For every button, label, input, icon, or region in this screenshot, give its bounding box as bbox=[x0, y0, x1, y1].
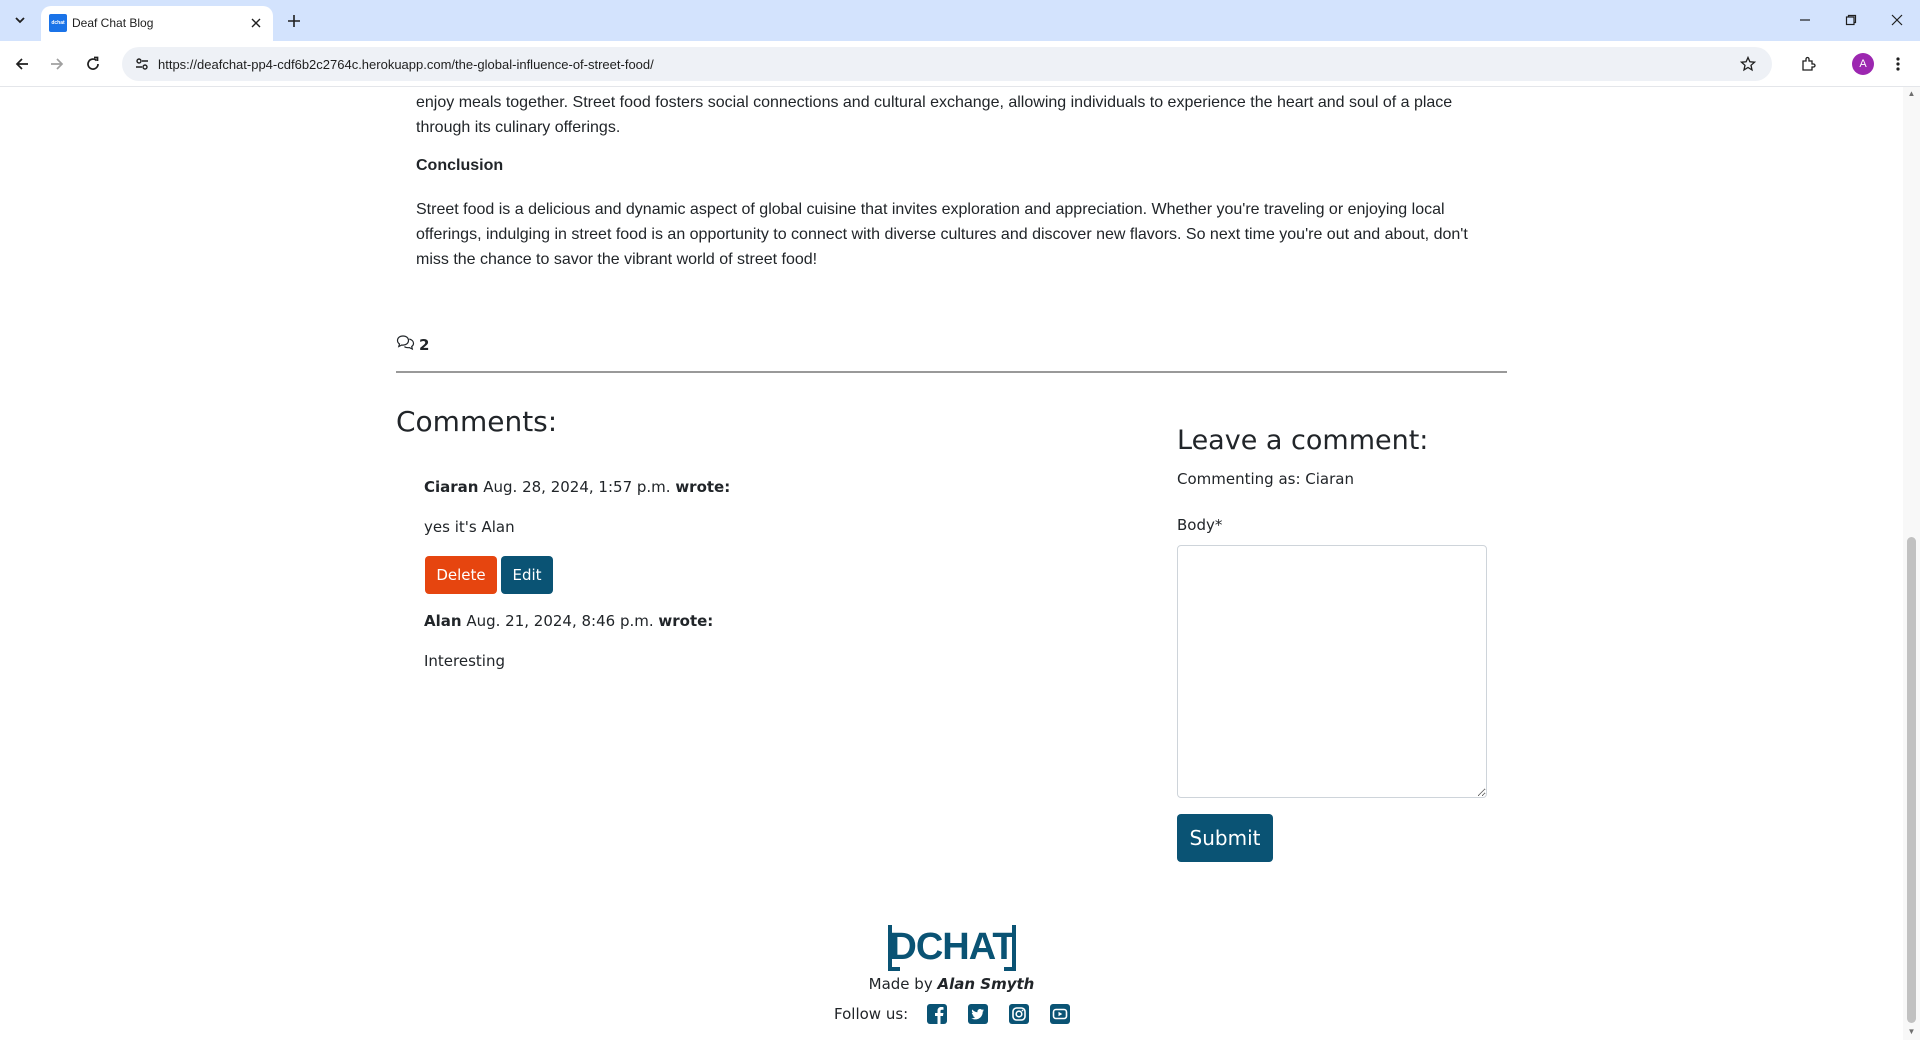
comment-count: 2 bbox=[396, 334, 429, 355]
comment-header: Ciaran Aug. 28, 2024, 1:57 p.m. wrote: bbox=[424, 478, 730, 496]
made-by-prefix: Made by bbox=[868, 975, 933, 993]
follow-us: Follow us: bbox=[834, 1002, 1072, 1026]
twitter-icon[interactable] bbox=[966, 1002, 990, 1026]
page-scrollbar[interactable]: ▲ ▼ bbox=[1903, 87, 1920, 1040]
tab-favicon: dchat bbox=[49, 14, 67, 32]
divider bbox=[396, 371, 1507, 373]
leave-comment-title: Leave a comment: bbox=[1177, 425, 1429, 456]
comment-date: Aug. 21, 2024, 8:46 p.m. bbox=[466, 612, 654, 630]
comment-author: Alan bbox=[424, 612, 462, 630]
comment-author: Ciaran bbox=[424, 478, 479, 496]
browser-tab-strip: dchat Deaf Chat Blog bbox=[0, 0, 1920, 41]
close-icon[interactable] bbox=[245, 12, 267, 34]
comment-body-input[interactable] bbox=[1177, 545, 1487, 798]
scroll-up-icon[interactable]: ▲ bbox=[1906, 89, 1917, 101]
logo-text: DCHAT bbox=[889, 926, 1015, 968]
extensions-icon[interactable] bbox=[1793, 49, 1823, 79]
tab-list-icon[interactable] bbox=[8, 8, 32, 32]
follow-label: Follow us: bbox=[834, 1005, 909, 1023]
edit-comment-button[interactable]: Edit bbox=[501, 556, 553, 594]
comment-wrote-label: wrote: bbox=[658, 612, 714, 630]
minimize-icon[interactable] bbox=[1782, 0, 1828, 40]
comment-date: Aug. 28, 2024, 1:57 p.m. bbox=[483, 478, 671, 496]
commenting-as-text: Commenting as: Ciaran bbox=[1177, 470, 1354, 488]
body-field-label: Body* bbox=[1177, 516, 1223, 534]
comment-count-value: 2 bbox=[419, 335, 430, 354]
plus-icon[interactable] bbox=[281, 8, 307, 34]
delete-comment-button[interactable]: Delete bbox=[425, 556, 497, 594]
site-info-icon[interactable] bbox=[130, 52, 154, 76]
comment-body: Interesting bbox=[424, 652, 505, 670]
made-by-text: Made by Alan Smyth bbox=[0, 975, 1903, 993]
back-icon[interactable] bbox=[7, 49, 37, 79]
reload-icon[interactable] bbox=[78, 49, 108, 79]
comment-body: yes it's Alan bbox=[424, 518, 515, 536]
conclusion-paragraph: Street food is a delicious and dynamic a… bbox=[416, 201, 1468, 268]
more-icon[interactable] bbox=[1883, 49, 1913, 79]
comments-icon bbox=[396, 334, 415, 355]
youtube-icon[interactable] bbox=[1048, 1002, 1072, 1026]
comment-wrote-label: wrote: bbox=[675, 478, 731, 496]
url-text[interactable]: https://deafchat-pp4-cdf6b2c2764c.heroku… bbox=[158, 57, 654, 72]
close-window-icon[interactable] bbox=[1874, 0, 1920, 40]
comments-title: Comments: bbox=[396, 405, 558, 438]
author-name: Alan Smyth bbox=[937, 975, 1035, 993]
article-paragraph: enjoy meals together. Street food foster… bbox=[416, 94, 1453, 136]
comment-header: Alan Aug. 21, 2024, 8:46 p.m. wrote: bbox=[424, 612, 713, 630]
scroll-down-icon[interactable]: ▼ bbox=[1906, 1027, 1917, 1039]
submit-button[interactable]: Submit bbox=[1177, 814, 1273, 862]
browser-tab[interactable]: dchat Deaf Chat Blog bbox=[41, 6, 273, 41]
browser-toolbar: https://deafchat-pp4-cdf6b2c2764c.heroku… bbox=[0, 41, 1920, 87]
address-bar[interactable]: https://deafchat-pp4-cdf6b2c2764c.heroku… bbox=[122, 47, 1772, 81]
facebook-icon[interactable] bbox=[925, 1002, 949, 1026]
profile-avatar[interactable]: A bbox=[1852, 53, 1874, 75]
dchat-logo: DCHAT bbox=[886, 921, 1018, 973]
forward-icon[interactable] bbox=[42, 49, 72, 79]
scroll-thumb[interactable] bbox=[1907, 537, 1916, 1023]
star-icon[interactable] bbox=[1736, 52, 1760, 76]
instagram-icon[interactable] bbox=[1007, 1002, 1031, 1026]
restore-icon[interactable] bbox=[1828, 0, 1874, 40]
tab-title: Deaf Chat Blog bbox=[72, 16, 154, 30]
conclusion-heading: Conclusion bbox=[416, 157, 504, 174]
